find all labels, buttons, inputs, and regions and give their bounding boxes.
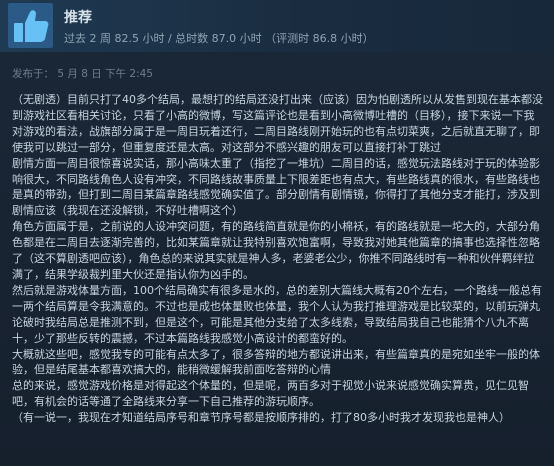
review-paragraph: （无剧透）目前只打了40多个结局，最想打的结局还没打出来（应该）因为怕剧透所以从… bbox=[12, 93, 543, 154]
review-paragraph: 总的来说，感觉游戏价格是对得起这个体量的，但是呢，两百多对于视觉小说来说感觉确实… bbox=[12, 379, 529, 409]
review-header: 推荐 过去 2 周 82.5 小时 / 总时数 87.0 小时 （评测时 86.… bbox=[0, 0, 554, 52]
review-card: 推荐 过去 2 周 82.5 小时 / 总时数 87.0 小时 （评测时 86.… bbox=[0, 0, 554, 466]
review-paragraph: 剧情方面一周目很惊喜说实话，那小高味太重了（指挖了一堆坑）二周目的话，感觉玩法路… bbox=[12, 156, 540, 218]
posted-date: 发布于： 5 月 8 日 下午 2:45 bbox=[12, 68, 153, 80]
playtime-hours: 过去 2 周 82.5 小时 / 总时数 87.0 小时 （评测时 86.8 小… bbox=[64, 32, 374, 45]
review-paragraph: （有一说一，我现在才知道结局序号和章节序号都是按顺序排的，打了80多小时我才发现… bbox=[12, 411, 510, 425]
review-verdict[interactable]: 推荐 bbox=[64, 7, 92, 27]
thumbs-up-badge[interactable] bbox=[8, 3, 53, 48]
review-paragraph: 大概就这些吧，感觉我专的可能有点太多了，很多答辩的地方都说讲出来，有些篇章真的是… bbox=[12, 347, 540, 377]
thumbs-up-icon bbox=[14, 10, 49, 42]
review-body: （无剧透）目前只打了40多个结局，最想打的结局还没打出来（应该）因为怕剧透所以从… bbox=[12, 92, 544, 426]
review-paragraph: 角色方面属于是，之前说的人设冲突问题，有的路线简直就是你的小棉袄，有的路线就是一… bbox=[12, 220, 540, 281]
review-paragraph: 然后就是游戏体量方面，100个结局确实有很多是水的，总的差别大篇线大概有20个左… bbox=[12, 283, 542, 345]
